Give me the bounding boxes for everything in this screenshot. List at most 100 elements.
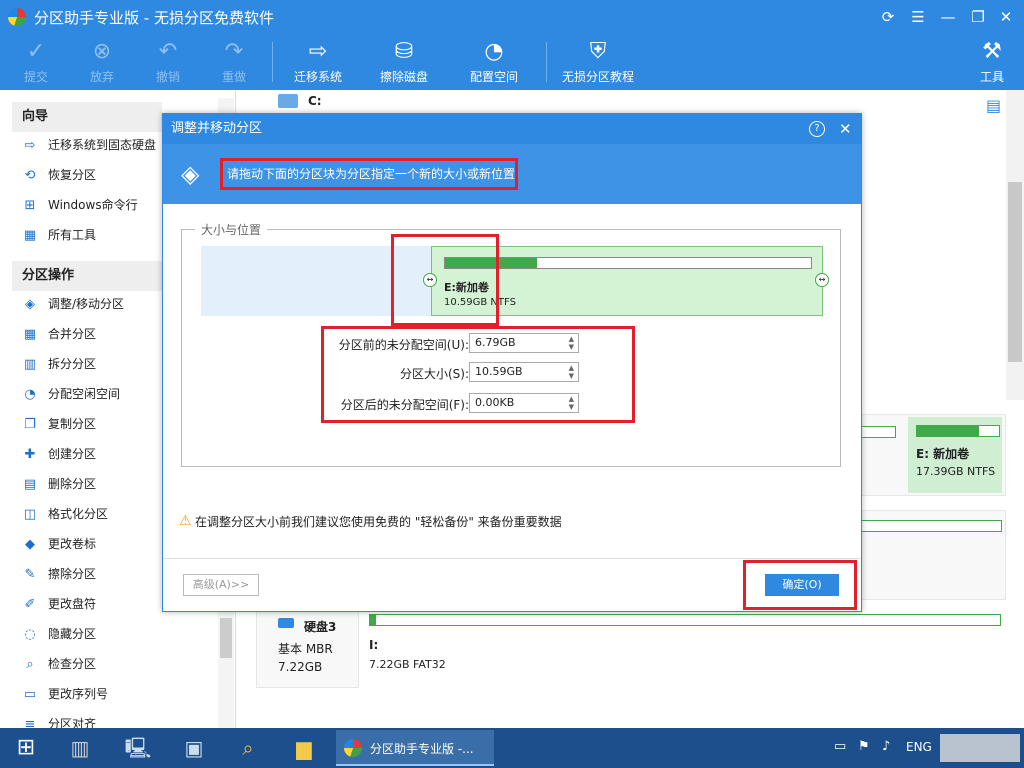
submit-button[interactable]: ✓ 提交 — [16, 34, 56, 90]
tools-icon: ⚒ — [982, 39, 1002, 64]
e-partition-name: E: 新加卷 — [916, 447, 970, 461]
start-button[interactable]: ⊞ — [4, 730, 48, 766]
letter-icon: ✐ — [24, 596, 36, 612]
resize-icon: ◈ — [25, 296, 35, 312]
migrate-icon: ⇨ — [24, 137, 36, 153]
allocate-space-button[interactable]: ◔ 配置空间 — [466, 34, 522, 90]
disk3-size: 7.22GB — [278, 660, 323, 674]
toolbar-divider — [272, 42, 273, 82]
allocate-icon: ◔ — [24, 386, 36, 402]
sidebar-op-item[interactable]: ▭ 更改序列号 — [22, 682, 108, 706]
undo-button[interactable]: ↶ 撤销 — [148, 34, 188, 90]
i-partition-info: 7.22GB FAT32 — [369, 658, 446, 671]
language-indicator[interactable]: ENG — [906, 740, 932, 754]
highlight-box — [743, 560, 857, 610]
e-partition-info: 17.39GB NTFS — [916, 465, 996, 478]
sidebar-item-migrate-ssd[interactable]: ⇨ 迁移系统到固态硬盘 — [22, 133, 156, 157]
minimize-button[interactable]: — — [938, 7, 958, 27]
computer-icon[interactable]: 🖳 — [116, 730, 160, 766]
highlight-box — [321, 326, 635, 423]
sidebar-op-item[interactable]: ✐ 更改盘符 — [22, 592, 96, 616]
sidebar-op-item[interactable]: ⌕ 检查分区 — [22, 652, 96, 676]
monitor-icon[interactable]: ▣ — [172, 730, 216, 766]
help-icon[interactable]: ? — [809, 121, 825, 137]
dialog-close-icon[interactable]: ✕ — [839, 114, 852, 144]
i-partition-label: I: — [369, 638, 379, 652]
sidebar-op-item[interactable]: ◆ 更改卷标 — [22, 532, 96, 556]
sidebar-op-item[interactable]: ▥ 拆分分区 — [22, 352, 96, 376]
disk3-type: 基本 MBR — [278, 642, 333, 656]
windows-icon: ⊞ — [24, 197, 36, 213]
c-drive-label: C: — [308, 94, 322, 108]
clock-area[interactable] — [940, 734, 1020, 762]
sidebar-op-item[interactable]: ❐ 复制分区 — [22, 412, 96, 436]
shield-icon: ⛨ — [589, 39, 607, 64]
network-icon[interactable]: ▭ — [834, 739, 846, 754]
tutorial-button[interactable]: ⛨ 无损分区教程 — [560, 34, 636, 90]
sidebar-op-item[interactable]: ◈ 调整/移动分区 — [22, 292, 124, 316]
sidebar-op-item[interactable]: ✎ 擦除分区 — [22, 562, 96, 586]
flag-icon[interactable]: ⚑ — [858, 739, 870, 754]
hide-icon: ◌ — [24, 626, 36, 642]
highlight-box — [391, 234, 499, 326]
sidebar-op-item[interactable]: ▦ 合并分区 — [22, 322, 96, 346]
right-resize-handle[interactable]: ↔ — [815, 273, 829, 287]
create-icon: ✚ — [24, 446, 36, 462]
check-icon: ⌕ — [26, 656, 34, 672]
taskbar-active-app[interactable]: 分区助手专业版 -... — [336, 730, 494, 766]
wipe-disk-icon: ⛁ — [394, 39, 414, 64]
scroll-thumb[interactable] — [1008, 182, 1022, 362]
sidebar-op-item[interactable]: ◫ 格式化分区 — [22, 502, 108, 526]
sidebar-op-item[interactable]: ▤ 删除分区 — [22, 472, 96, 496]
pie-icon: ◔ — [484, 39, 504, 64]
recover-icon: ⟲ — [24, 167, 36, 183]
sidebar-item-all-tools[interactable]: ▦ 所有工具 — [22, 223, 96, 247]
view-toggle-icon[interactable]: ▤ — [986, 96, 1001, 115]
sidebar-item-recover[interactable]: ⟲ 恢复分区 — [22, 163, 96, 187]
sidebar-op-item[interactable]: ✚ 创建分区 — [22, 442, 96, 466]
wipe-disk-button[interactable]: ⛁ 擦除磁盘 — [376, 34, 432, 90]
disk3-name: 硬盘3 — [304, 620, 337, 634]
close-icon[interactable]: ✕ — [996, 7, 1016, 27]
resize-move-dialog: 调整并移动分区 ? ✕ ◈ 请拖动下面的分区块为分区指定一个新的大小或新位置 大… — [162, 113, 862, 612]
taskbar-app-label: 分区助手专业版 -... — [370, 742, 474, 756]
migrate-system-button[interactable]: ⇨ 迁移系统 — [290, 34, 346, 90]
volume-icon[interactable]: ♪ — [882, 739, 890, 754]
refresh-icon[interactable]: ⟳ — [878, 7, 898, 27]
redo-button[interactable]: ↷ 重做 — [214, 34, 254, 90]
advanced-button[interactable]: 高级(A)>> — [183, 574, 259, 596]
split-icon: ▥ — [23, 356, 37, 372]
discard-icon: ⊗ — [92, 39, 112, 64]
highlight-box — [220, 158, 518, 190]
label-icon: ◆ — [25, 536, 35, 552]
wipe-icon: ✎ — [24, 566, 36, 582]
discard-button[interactable]: ⊗ 放弃 — [82, 34, 122, 90]
i-usage-bar — [369, 614, 1001, 626]
dialog-title-bar: 调整并移动分区 ? ✕ — [163, 114, 861, 144]
folder-icon[interactable]: ▆ — [282, 730, 326, 766]
scroll-thumb[interactable] — [220, 618, 232, 658]
merge-icon: ▦ — [23, 326, 37, 342]
format-icon: ◫ — [23, 506, 37, 522]
e-partition-card[interactable]: E: 新加卷 17.39GB NTFS — [908, 417, 1002, 493]
toolbar-divider — [546, 42, 547, 82]
sidebar-op-item[interactable]: ◌ 隐藏分区 — [22, 622, 96, 646]
warning-icon: ⚠ — [179, 513, 192, 529]
sidebar-item-cmd[interactable]: ⊞ Windows命令行 — [22, 193, 138, 217]
chip-icon[interactable]: ▥ — [58, 730, 102, 766]
partition-bar — [860, 520, 1002, 532]
app-window: 分区助手专业版 - 无损分区免费软件 ⟳ ☰ — ❐ ✕ ✓ 提交 ⊗ 放弃 ↶ 撤销… — [0, 0, 1024, 732]
grid-icon: ▦ — [23, 227, 37, 243]
search-tool-icon[interactable]: ⌕ — [226, 730, 270, 766]
e-usage-bar — [916, 425, 1000, 437]
app-logo-icon — [344, 739, 362, 757]
i-partition-card[interactable]: I: 7.22GB FAT32 — [358, 606, 1006, 688]
delete-icon: ▤ — [23, 476, 37, 492]
divider — [163, 558, 861, 559]
restore-icon[interactable]: ❐ — [968, 7, 988, 27]
main-scrollbar[interactable] — [1006, 90, 1024, 400]
tools-button[interactable]: ⚒ 工具 — [974, 34, 1010, 90]
sidebar-op-item[interactable]: ◔ 分配空闲空间 — [22, 382, 120, 406]
menu-icon[interactable]: ☰ — [908, 7, 928, 27]
warning-text: 在调整分区大小前我们建议您使用免费的 "轻松备份" 来备份重要数据 — [195, 515, 562, 529]
